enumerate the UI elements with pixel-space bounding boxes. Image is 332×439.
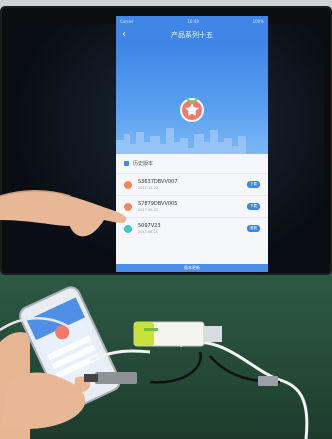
status-time: 16:48 [187,18,199,24]
download-button[interactable]: 下载 [247,181,260,188]
city-skyline-graphic [116,128,246,154]
back-icon[interactable]: ‹ [122,29,126,41]
status-battery: 100% [252,18,264,24]
star-badge-icon [180,97,204,122]
usb-receiver-device [133,321,222,347]
hero-banner [116,44,268,154]
cables [0,317,309,439]
tag-icon [124,161,129,166]
status-bar: Carrier 16:48 100% [116,16,268,26]
status-carrier: Carrier [120,18,134,24]
update-button[interactable]: 更新 [247,225,260,232]
history-label: 历史版本 [133,161,154,167]
nav-bar: ‹ 产品系列十五 [116,26,268,44]
pointing-hand [0,189,127,237]
download-button[interactable]: 下载 [247,203,260,210]
page-title: 产品系列十五 [171,31,213,39]
history-header: 历史版本 [116,154,268,173]
update-footer-button[interactable]: 版本更新 [116,264,268,272]
photo-scene: Carrier 16:48 100% ‹ 产品系列十五 历史版本 S3637DB… [0,0,332,439]
